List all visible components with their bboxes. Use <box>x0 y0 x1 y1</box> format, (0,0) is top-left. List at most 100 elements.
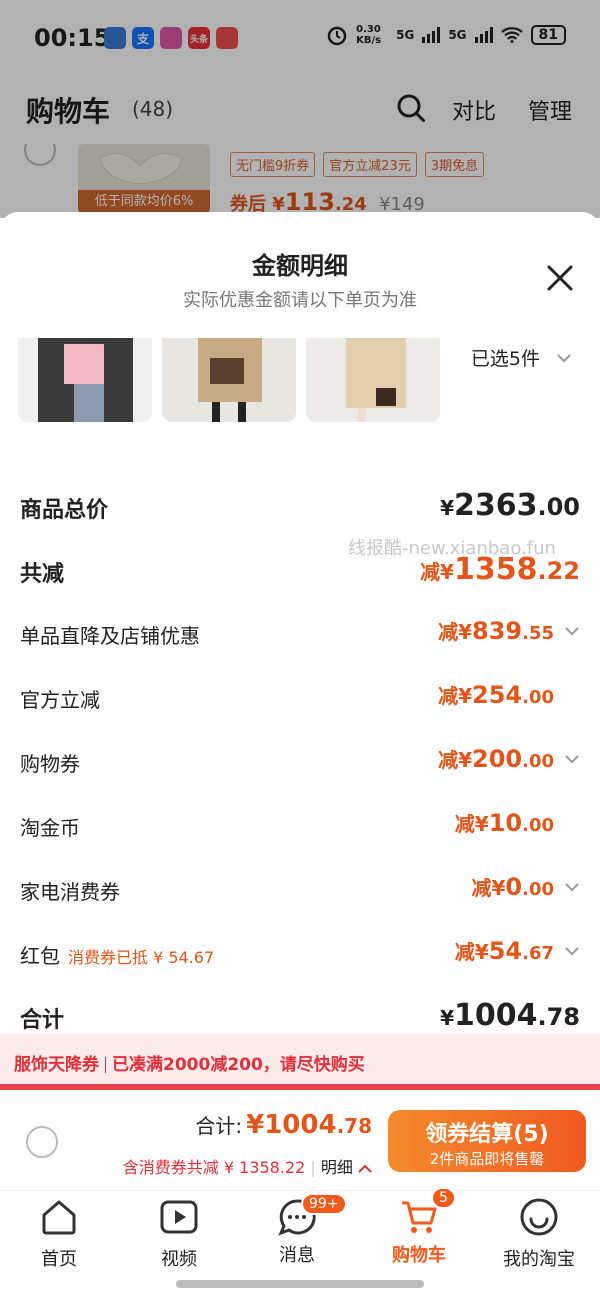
select-all-radio[interactable] <box>26 1126 58 1158</box>
total-int: 1004 <box>264 1110 337 1140</box>
banner-title: 服饰天降券 <box>14 1055 99 1075</box>
value-dec: .55 <box>522 623 554 644</box>
value-int: 1004 <box>453 998 538 1033</box>
row-coupon[interactable]: 购物券 减¥ 200.00 <box>20 742 580 782</box>
home-indicator[interactable] <box>176 1280 424 1288</box>
home-icon <box>42 1200 76 1235</box>
row-value: ¥2363.00 <box>440 488 580 523</box>
row-value: ¥1004.78 <box>440 998 580 1033</box>
row-label: 淘金币 <box>20 816 80 840</box>
product-image-icon <box>38 338 133 422</box>
row-value: 减¥ 254.00 <box>438 680 580 709</box>
value-int: 254 <box>472 681 523 709</box>
row-total-price: 商品总价 ¥2363.00 <box>20 486 580 526</box>
value-int: 839 <box>472 617 523 645</box>
row-label-text: 红包 <box>20 944 60 968</box>
tab-video[interactable]: 视频 <box>124 1197 234 1271</box>
value-int: 200 <box>472 745 523 773</box>
row-grand-total: 合计 ¥1004.78 <box>20 996 580 1036</box>
value-dec: .78 <box>537 1003 580 1031</box>
tab-label: 我的淘宝 <box>503 1249 575 1270</box>
tab-my-taobao[interactable]: 我的淘宝 <box>484 1197 594 1271</box>
checkout-button-sublabel: 2件商品即将售罄 <box>429 1150 545 1168</box>
product-image-icon <box>346 338 406 422</box>
row-label: 合计 <box>20 1008 65 1033</box>
close-icon[interactable] <box>546 264 574 292</box>
promo-banner[interactable]: 服饰天降券 已凑满2000减200，请尽快购买 <box>0 1034 600 1090</box>
value-prefix: 减¥ <box>420 560 454 584</box>
row-value: 减¥ 10.00 <box>455 808 580 837</box>
tab-label: 首页 <box>41 1249 77 1270</box>
tab-label: 购物车 <box>392 1245 446 1266</box>
cart-badge: 5 <box>431 1187 456 1209</box>
red-packet-note: 消费券已抵 ¥ 54.67 <box>68 948 215 967</box>
product-thumb[interactable] <box>162 338 296 422</box>
smile-icon <box>520 1198 558 1236</box>
row-red-packet[interactable]: 红包 消费券已抵 ¥ 54.67 减¥ 54.67 <box>20 934 580 974</box>
tab-home[interactable]: 首页 <box>4 1197 114 1271</box>
row-value: 减¥ 1358.22 <box>420 552 580 587</box>
row-label: 红包 消费券已抵 ¥ 54.67 <box>20 940 214 969</box>
value-prefix: ¥ <box>440 1006 454 1030</box>
value-int: 2363 <box>453 488 538 523</box>
value-int: 10 <box>488 809 523 837</box>
value-dec: .00 <box>522 879 554 900</box>
row-value: 减¥ 0.00 <box>471 872 580 901</box>
dim-overlay[interactable] <box>0 0 600 218</box>
value-int: 54 <box>488 937 523 965</box>
tab-cart[interactable]: 5 购物车 <box>364 1187 474 1267</box>
row-store-discount[interactable]: 单品直降及店铺优惠 减¥ 839.55 <box>20 614 580 654</box>
chevron-down-icon <box>557 353 571 362</box>
row-label: 商品总价 <box>20 498 109 523</box>
chevron-down-icon <box>565 946 579 955</box>
banner-text: 服饰天降券 已凑满2000减200，请尽快购买 <box>14 1050 365 1075</box>
total-amount: ¥1004.78 <box>246 1110 372 1140</box>
total-dec: .78 <box>336 1114 372 1138</box>
total-prefix: ¥ <box>246 1110 265 1140</box>
value-prefix: 减¥ <box>438 620 472 644</box>
value-dec: .00 <box>537 493 580 521</box>
row-gold-coins: 淘金币 减¥ 10.00 <box>20 806 580 846</box>
checkout-button[interactable]: 领券结算(5) 2件商品即将售罄 <box>388 1110 586 1172</box>
value-prefix: 减¥ <box>438 748 472 772</box>
value-dec: .00 <box>522 751 554 772</box>
video-icon <box>160 1200 198 1234</box>
value-dec: .67 <box>522 943 554 964</box>
chevron-down-icon <box>565 626 579 635</box>
chevron-down-icon <box>565 754 579 763</box>
checkout-button-label: 领券结算(5) <box>425 1122 549 1147</box>
row-value: 减¥ 54.67 <box>455 936 580 965</box>
row-appliance-voucher[interactable]: 家电消费券 减¥ 0.00 <box>20 870 580 910</box>
chevron-up-icon <box>358 1164 372 1173</box>
row-total-discount: 共减 减¥ 1358.22 <box>20 550 580 590</box>
row-label: 官方立减 <box>20 688 100 712</box>
row-official-discount: 官方立减 减¥ 254.00 <box>20 678 580 718</box>
discount-text: 含消费券共减 ¥ 1358.22 <box>122 1158 306 1177</box>
product-thumb[interactable] <box>306 338 440 422</box>
price-detail-sheet: 金额明细 实际优惠金额请以下单页为准 已选5件 线报酷-new.xianbao.… <box>0 212 600 1112</box>
product-thumb[interactable] <box>18 338 152 422</box>
tab-messages[interactable]: 99+ 消息 <box>242 1193 352 1267</box>
row-value: 减¥ 200.00 <box>438 744 580 773</box>
value-prefix: 减¥ <box>438 684 472 708</box>
total-label: 合计: <box>195 1114 243 1138</box>
value-prefix: 减¥ <box>454 940 489 964</box>
selected-products-strip <box>18 338 440 422</box>
detail-link[interactable]: 明细 <box>321 1158 353 1177</box>
checkout-bar: 合计: ¥1004.78 含消费券共减 ¥ 1358.22 | 明细 领券结算(… <box>0 1096 600 1190</box>
row-label: 共减 <box>20 562 65 587</box>
selected-count-dropdown[interactable]: 已选5件 <box>471 344 572 371</box>
message-icon-wrap: 99+ <box>277 1193 347 1237</box>
value-dec: .00 <box>522 687 554 708</box>
row-value: 减¥ 839.55 <box>438 616 580 645</box>
row-label: 家电消费券 <box>20 880 120 904</box>
row-label: 单品直降及店铺优惠 <box>20 624 200 648</box>
value-prefix: ¥ <box>440 496 454 520</box>
tab-label: 视频 <box>161 1249 197 1270</box>
value-dec: .00 <box>522 815 554 836</box>
sheet-subtitle: 实际优惠金额请以下单页为准 <box>183 290 417 311</box>
product-image-icon <box>198 338 262 422</box>
discount-detail[interactable]: 含消费券共减 ¥ 1358.22 | 明细 <box>123 1154 372 1178</box>
checkout-total: 合计: ¥1004.78 <box>195 1110 372 1140</box>
banner-message: 已凑满2000减200，请尽快购买 <box>112 1055 365 1075</box>
